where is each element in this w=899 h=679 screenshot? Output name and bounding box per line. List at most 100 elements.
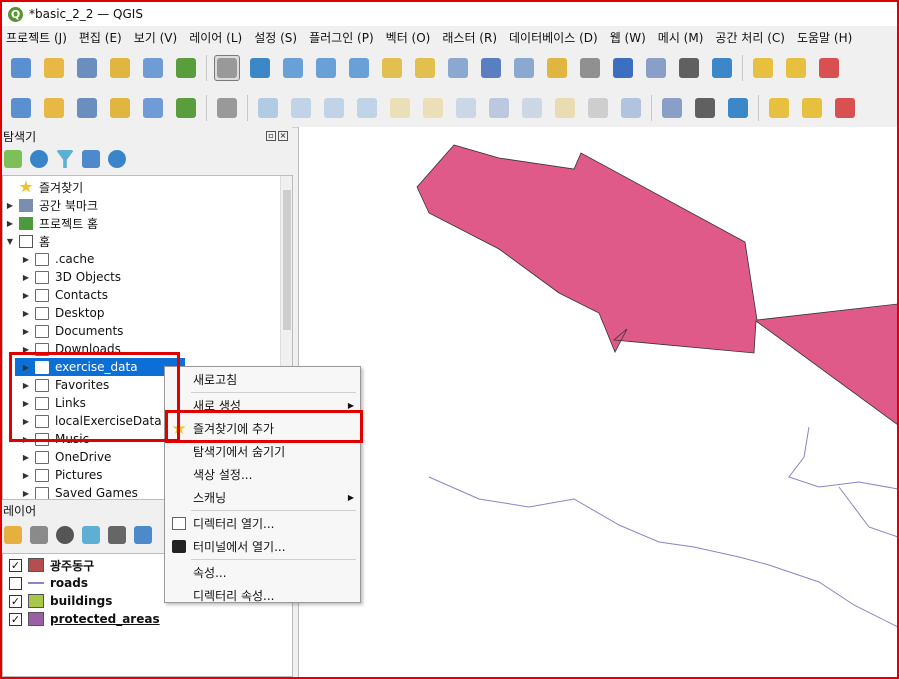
collapse-arrow-icon[interactable]: ▼ [5, 237, 15, 246]
menu-item[interactable]: 레이어 (L) [189, 29, 242, 46]
context-menu-item[interactable]: 색상 설정... [165, 463, 360, 486]
expand-arrow-icon[interactable]: ▶ [5, 219, 15, 228]
show-bookmarks-button[interactable] [643, 55, 669, 81]
menu-item[interactable]: 래스터 (R) [442, 29, 497, 46]
expand-arrow-icon[interactable]: ▶ [21, 327, 31, 336]
menu-item[interactable]: 편집 (E) [79, 29, 122, 46]
context-menu-item[interactable]: 새로고침 [165, 368, 360, 391]
open-project-button[interactable] [41, 55, 67, 81]
pan-button[interactable] [214, 55, 240, 81]
menu-item[interactable]: 도움말 (H) [797, 29, 852, 46]
info-icon[interactable] [108, 150, 126, 168]
expand-arrow-icon[interactable]: ▶ [21, 273, 31, 282]
expand-arrow-icon[interactable]: ▶ [21, 399, 31, 408]
add-layer-icon[interactable] [4, 150, 22, 168]
expand-arrow-icon[interactable]: ▶ [21, 435, 31, 444]
context-menu-item[interactable]: 탐색기에서 숨기기 [165, 440, 360, 463]
new-3d-view-button[interactable] [577, 55, 603, 81]
expand-arrow-icon[interactable]: ▶ [21, 345, 31, 354]
save-edits-button[interactable] [321, 95, 347, 121]
copy-button[interactable] [519, 95, 545, 121]
expand-all-icon[interactable] [134, 526, 152, 544]
add-raster-button[interactable] [140, 95, 166, 121]
save-project-button[interactable] [74, 55, 100, 81]
add-feature-button[interactable] [354, 95, 380, 121]
label-rotate-button[interactable] [832, 95, 858, 121]
tree-item[interactable]: ▶ 공간 북마크 [3, 196, 283, 214]
context-menu-item[interactable]: 디렉터리 속성... [165, 584, 360, 607]
expand-arrow-icon[interactable]: ▶ [21, 363, 31, 372]
zoom-native-button[interactable] [445, 55, 471, 81]
label-highlight-button[interactable] [766, 95, 792, 121]
menu-item[interactable]: 메시 (M) [658, 29, 704, 46]
refresh-icon[interactable] [30, 150, 48, 168]
expression-filter-icon[interactable] [108, 526, 126, 544]
context-menu-item[interactable]: 속성... [165, 561, 360, 584]
new-project-button[interactable] [8, 55, 34, 81]
diagram-button[interactable] [692, 95, 718, 121]
expand-arrow-icon[interactable]: ▶ [21, 381, 31, 390]
toggle-editing-button[interactable] [288, 95, 314, 121]
deselect-button[interactable] [816, 55, 842, 81]
zoom-full-button[interactable] [346, 55, 372, 81]
menu-item[interactable]: 플러그인 (P) [309, 29, 374, 46]
label-abc-button[interactable] [659, 95, 685, 121]
pan-to-selection-button[interactable] [247, 55, 273, 81]
menu-item[interactable]: 벡터 (O) [386, 29, 431, 46]
digitize-button[interactable] [107, 95, 133, 121]
menu-item[interactable]: 데이터베이스 (D) [509, 29, 598, 46]
layer-visibility-checkbox[interactable]: ✓ [9, 594, 22, 608]
add-group-icon[interactable] [30, 526, 48, 544]
zoom-in-button[interactable] [280, 55, 306, 81]
tree-item[interactable]: ▼ 홈 [3, 232, 283, 250]
layer-row[interactable]: ✓ buildings [9, 592, 112, 610]
layer-row[interactable]: roads [9, 574, 88, 592]
expand-arrow-icon[interactable]: ▶ [21, 471, 31, 480]
layer-visibility-checkbox[interactable]: ✓ [9, 558, 22, 572]
collapse-all-icon[interactable] [82, 150, 100, 168]
layer-visibility-checkbox[interactable] [9, 576, 22, 590]
label-move-button[interactable] [799, 95, 825, 121]
add-vector-button[interactable] [74, 95, 100, 121]
expand-arrow-icon[interactable]: ▶ [21, 453, 31, 462]
attribute-table-button[interactable] [783, 55, 809, 81]
undo-button[interactable] [585, 95, 611, 121]
layer-row[interactable]: ✓ protected_areas [9, 610, 160, 628]
redo-button[interactable] [618, 95, 644, 121]
zoom-last-button[interactable] [478, 55, 504, 81]
context-menu-item[interactable]: 즐겨찾기에 추가 [165, 417, 360, 440]
temporal-controller-button[interactable] [676, 55, 702, 81]
label-pin-button[interactable] [725, 95, 751, 121]
select-features-button[interactable] [750, 55, 776, 81]
menu-item[interactable]: 공간 처리 (C) [715, 29, 785, 46]
layer-visibility-checkbox[interactable]: ✓ [9, 612, 22, 626]
new-geopackage-button[interactable] [41, 95, 67, 121]
new-bookmark-button[interactable] [610, 55, 636, 81]
filter-legend-icon[interactable] [82, 526, 100, 544]
layer-row[interactable]: ✓ 광주동구 [9, 556, 94, 574]
style-manager-button[interactable] [173, 55, 199, 81]
tree-item[interactable]: ▶ 프로젝트 홈 [3, 214, 283, 232]
tree-item[interactable]: ▶ .cache [3, 250, 283, 268]
add-wms-button[interactable] [173, 95, 199, 121]
tree-item[interactable]: ▶ exercise_data [15, 358, 185, 376]
refresh-button[interactable] [709, 55, 735, 81]
map-svg[interactable] [299, 127, 899, 677]
context-menu-item[interactable]: 스캐닝 ▶ [165, 486, 360, 509]
delete-selected-button[interactable] [453, 95, 479, 121]
data-source-manager-button[interactable] [8, 95, 34, 121]
paste-button[interactable] [552, 95, 578, 121]
expand-arrow-icon[interactable]: ▶ [21, 255, 31, 264]
layout-manager-button[interactable] [140, 55, 166, 81]
zoom-next-button[interactable] [511, 55, 537, 81]
modify-attributes-button[interactable] [420, 95, 446, 121]
add-mesh-button[interactable] [214, 95, 240, 121]
expand-arrow-icon[interactable]: ▶ [21, 291, 31, 300]
context-menu-item[interactable]: 디렉터리 열기... [165, 512, 360, 535]
menu-item[interactable]: 웹 (W) [610, 29, 646, 46]
close-panel-icon[interactable]: × [278, 131, 288, 141]
filter-icon[interactable] [56, 150, 74, 168]
float-panel-icon[interactable]: ▫ [266, 131, 276, 141]
zoom-to-layer-button[interactable] [412, 55, 438, 81]
menu-item[interactable]: 프로젝트 (J) [6, 29, 67, 46]
